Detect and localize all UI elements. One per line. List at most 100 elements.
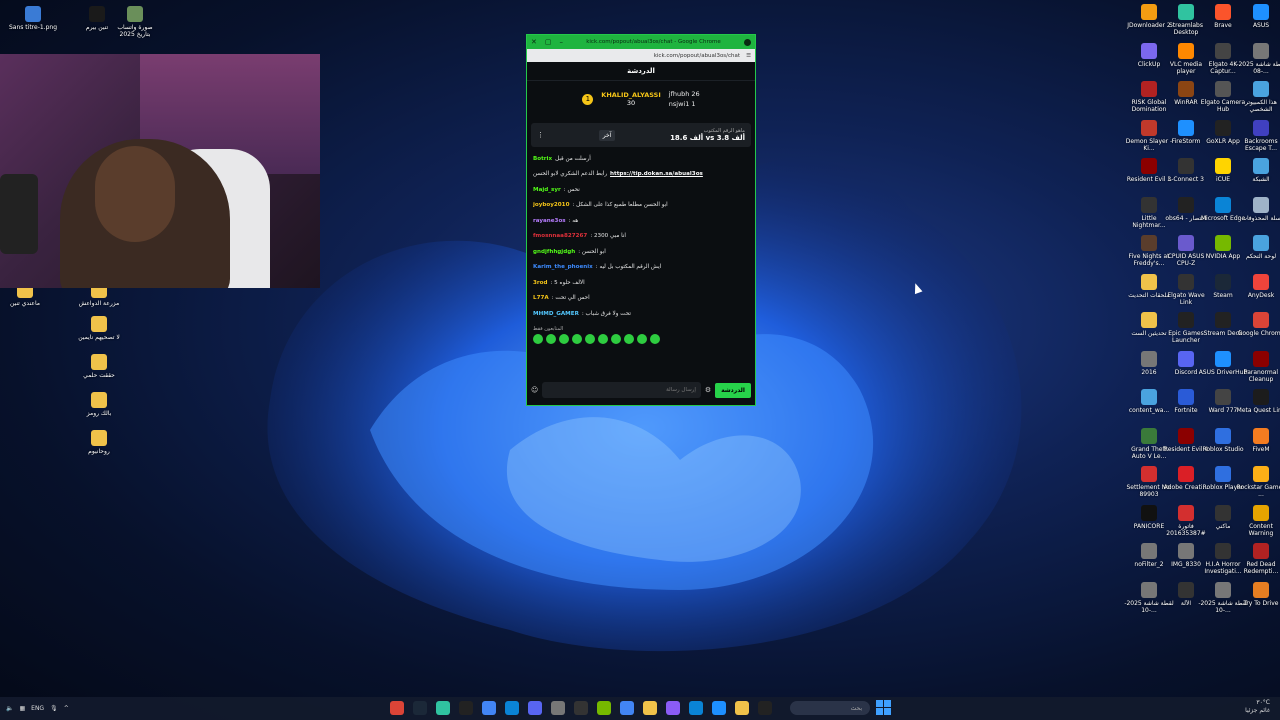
weather-desc: غائم جزئيا: [1245, 707, 1270, 714]
system-tray[interactable]: 🔈 ▦ ENG 🎙 ^: [0, 705, 146, 712]
minimize-icon[interactable]: –: [560, 38, 564, 46]
chat-username[interactable]: Botrix: [533, 156, 552, 162]
desktop-icon-label: Backrooms Escape T...: [1244, 137, 1278, 152]
desktop-icon[interactable]: Rockstar Games ...: [1236, 466, 1280, 498]
settings-icon[interactable]: ⚙: [705, 386, 711, 394]
desktop-icon[interactable]: سلة المحذوفات: [1236, 196, 1280, 222]
chat-username[interactable]: MHMD_GAMER: [533, 311, 579, 317]
send-button[interactable]: الدردشة: [715, 382, 751, 398]
taskbar-app-icon[interactable]: [689, 701, 703, 715]
chat-username[interactable]: gndjfhhgjdgh: [533, 249, 575, 255]
chat-link[interactable]: https://tip.dokan.sa/abual3os: [610, 171, 703, 177]
desktop-icon[interactable]: Content Warning: [1236, 504, 1280, 537]
chat-username[interactable]: Majd_syr: [533, 187, 561, 193]
chat-message: Botrix أرسلت من قبل: [533, 151, 749, 167]
gifter-3[interactable]: nsjwi1 1: [669, 100, 700, 108]
taskbar-app-icon[interactable]: [620, 701, 634, 715]
taskbar-search[interactable]: بحث: [790, 701, 870, 715]
emote[interactable]: [637, 333, 647, 344]
weather-widget[interactable]: ٣٠°C غائم جزئيا: [1245, 699, 1270, 715]
desktop-icon[interactable]: روحانيوم: [74, 430, 124, 455]
app-icon: [1215, 235, 1231, 251]
pinned-poll[interactable]: ⋮ آخر ماهو الرقم المكتوب 18.6 ألف vs 3.8…: [531, 123, 751, 147]
emote[interactable]: [572, 333, 582, 344]
gifter-2[interactable]: jfhubh 26: [669, 90, 700, 98]
emoji-icon[interactable]: ☺: [531, 386, 538, 394]
desktop-icon[interactable]: Google Chrome: [1236, 312, 1280, 337]
chat-message: MHMD_GAMER: تحت ولا فرق شباب: [533, 306, 749, 322]
desktop-icon[interactable]: لوحة التحكم: [1236, 235, 1280, 260]
desktop-icon[interactable]: FiveM: [1236, 427, 1280, 453]
desktop-icon[interactable]: هذا الكمبيوتر الشخصي: [1236, 81, 1280, 113]
address-bar[interactable]: kick.com/popout/abual3os/chat ☰: [527, 49, 755, 62]
taskbar-app-icon[interactable]: [758, 701, 772, 715]
desktop-icon[interactable]: AnyDesk: [1236, 273, 1280, 299]
desktop-icon[interactable]: Paranormal Cleanup: [1236, 350, 1280, 383]
taskbar-app-icon[interactable]: [597, 701, 611, 715]
taskbar-app-icon[interactable]: [390, 701, 404, 715]
emote[interactable]: [598, 333, 608, 344]
url-text[interactable]: kick.com/popout/abual3os/chat: [654, 53, 740, 59]
desktop-icon[interactable]: لقطة شاشة 2025-08-...: [1236, 42, 1280, 75]
more-options-icon[interactable]: ⋮: [537, 131, 544, 139]
chat-username[interactable]: rayane3os: [533, 218, 566, 224]
chat-username[interactable]: fmosnnaa827267: [533, 233, 587, 239]
emote[interactable]: [611, 333, 621, 344]
emote[interactable]: [624, 333, 634, 344]
chat-username[interactable]: Karim_the_phoenix: [533, 264, 593, 270]
desktop-icon[interactable]: Meta Quest Link: [1236, 389, 1280, 414]
desktop-icon[interactable]: Backrooms Escape T...: [1236, 119, 1280, 152]
desktop-icon[interactable]: صورة واتساب بتاريخ 2025: [110, 6, 160, 38]
chevron-up-icon[interactable]: ^: [64, 705, 69, 712]
maximize-icon[interactable]: ▢: [545, 38, 552, 46]
desktop-icon-label: ASUS: [1252, 22, 1270, 29]
poll-button[interactable]: آخر: [598, 129, 616, 141]
taskbar-app-icon[interactable]: [643, 701, 657, 715]
emote-bar[interactable]: [527, 332, 755, 346]
site-settings-icon[interactable]: ☰: [746, 53, 751, 59]
taskbar-app-icon[interactable]: [574, 701, 588, 715]
desktop-icon[interactable]: Red Dead Redempti...: [1236, 543, 1280, 575]
microphone: [0, 174, 38, 254]
taskbar-app-icon[interactable]: [413, 701, 427, 715]
app-icon: [1215, 543, 1231, 559]
emote[interactable]: [650, 333, 660, 344]
chat-text: : ايش الرقم المكتوب بل ليه: [595, 264, 662, 271]
desktop-icon[interactable]: حققت حلمي: [74, 354, 124, 379]
window-controls[interactable]: ✕ ▢ –: [531, 38, 563, 46]
chat-input[interactable]: إرسال رسالة: [542, 382, 701, 398]
close-icon[interactable]: ✕: [531, 38, 537, 46]
emote[interactable]: [533, 333, 543, 344]
language-indicator[interactable]: ENG: [31, 705, 44, 712]
desktop-icon-label: Sans titre-1.png: [8, 24, 58, 31]
taskbar-app-icon[interactable]: [482, 701, 496, 715]
emote[interactable]: [546, 333, 556, 344]
chat-username[interactable]: joyboy2010: [533, 202, 569, 208]
chat-username[interactable]: L77A: [533, 295, 549, 301]
windows-start-icon[interactable]: [876, 700, 891, 715]
mic-icon[interactable]: 🎙: [50, 705, 58, 712]
chat-username[interactable]: 3rod: [533, 280, 548, 286]
taskbar-app-icon[interactable]: [528, 701, 542, 715]
desktop-icon[interactable]: Sans titre-1.png: [8, 6, 58, 31]
taskbar-app-icon[interactable]: [459, 701, 473, 715]
taskbar-app-icon[interactable]: [436, 701, 450, 715]
desktop-icon[interactable]: لا تصحيهم نايمين: [74, 316, 124, 341]
taskbar-app-icon[interactable]: [712, 701, 726, 715]
taskbar-app-icon[interactable]: [735, 701, 749, 715]
taskbar-app-icon[interactable]: [505, 701, 519, 715]
volume-icon[interactable]: 🔈: [6, 705, 13, 712]
desktop-icon[interactable]: Try To Drive: [1236, 581, 1280, 607]
top-gifter-name[interactable]: KHALID_ALYASSI: [601, 91, 660, 99]
desktop-icon[interactable]: الشبكة: [1236, 158, 1280, 183]
emote[interactable]: [585, 333, 595, 344]
app-icon: [1215, 312, 1231, 328]
network-icon[interactable]: ▦: [19, 705, 25, 712]
desktop-icon[interactable]: ASUS: [1236, 4, 1280, 29]
emote[interactable]: [559, 333, 569, 344]
desktop-icon[interactable]: بالك رومز: [74, 392, 124, 417]
window-titlebar[interactable]: ✕ ▢ – kick.com/popout/abual3os/chat - Go…: [527, 35, 755, 49]
taskbar-app-icon[interactable]: [551, 701, 565, 715]
chrome-chat-window[interactable]: ✕ ▢ – kick.com/popout/abual3os/chat - Go…: [526, 34, 756, 406]
taskbar-app-icon[interactable]: [666, 701, 680, 715]
